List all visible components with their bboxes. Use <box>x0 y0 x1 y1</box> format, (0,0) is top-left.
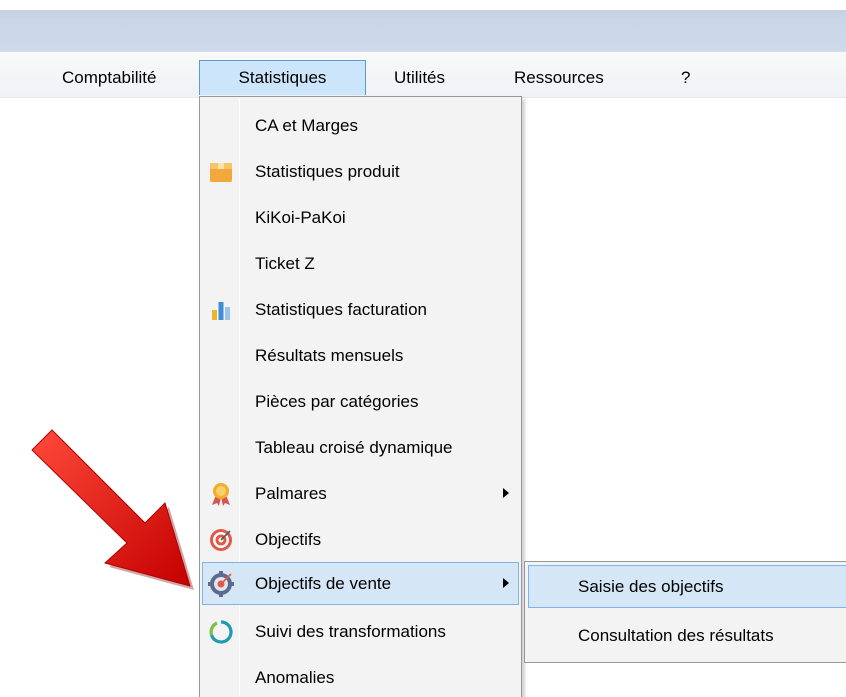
menu-item-label: Pièces par catégories <box>255 392 419 411</box>
award-ribbon-icon <box>212 483 230 506</box>
menu-item-label: Palmares <box>255 484 327 503</box>
menu-item-label: Suivi des transformations <box>255 622 446 641</box>
submenu-item-saisie-des-objectifs[interactable]: Saisie des objectifs <box>528 565 846 608</box>
menu-item-label: Objectifs <box>255 530 322 549</box>
menu-item-resultats-mensuels[interactable]: Résultats mensuels <box>202 334 519 377</box>
menu-utilites[interactable]: Utilités <box>383 60 456 95</box>
target-gear-icon <box>208 571 234 597</box>
title-bar-top-edge <box>0 0 846 10</box>
submenu-arrow-icon <box>503 488 509 498</box>
menu-item-suivi-des-transformations[interactable]: Suivi des transformations <box>202 610 519 653</box>
statistiques-dropdown: CA et Marges Statistiques produit KiKoi-… <box>199 96 522 697</box>
menu-item-statistiques-facturation[interactable]: Statistiques facturation <box>202 288 519 331</box>
menu-item-ticket-z[interactable]: Ticket Z <box>202 242 519 285</box>
menu-ressources[interactable]: Ressources <box>503 60 615 95</box>
objectifs-de-vente-submenu: Saisie des objectifs Consultation des ré… <box>524 561 846 663</box>
target-icon <box>210 529 232 551</box>
menu-item-tableau-croise-dynamique[interactable]: Tableau croisé dynamique <box>202 426 519 469</box>
menu-item-label: Objectifs de vente <box>255 574 392 593</box>
menu-item-label: Ticket Z <box>255 254 315 273</box>
menu-item-label: KiKoi-PaKoi <box>255 208 346 227</box>
box-icon <box>210 163 232 182</box>
menu-item-objectifs-de-vente[interactable]: Objectifs de vente <box>202 562 519 605</box>
menu-item-objectifs[interactable]: Objectifs <box>202 518 519 561</box>
menu-item-label: Anomalies <box>255 668 335 687</box>
submenu-item-consultation-des-resultats[interactable]: Consultation des résultats <box>528 614 846 657</box>
menu-item-label: Résultats mensuels <box>255 346 404 365</box>
menu-item-label: CA et Marges <box>255 116 358 135</box>
menu-item-label: Statistiques facturation <box>255 300 427 319</box>
menu-item-palmares[interactable]: Palmares <box>202 472 519 515</box>
menu-item-anomalies[interactable]: Anomalies <box>202 656 519 697</box>
menu-item-pieces-par-categories[interactable]: Pièces par catégories <box>202 380 519 423</box>
menu-statistiques[interactable]: Statistiques <box>199 60 366 95</box>
menu-item-ca-et-marges[interactable]: CA et Marges <box>202 104 519 147</box>
circular-progress-icon <box>209 620 233 644</box>
menu-item-label: Statistiques produit <box>255 162 400 181</box>
menu-help[interactable]: ? <box>670 60 701 95</box>
menu-item-statistiques-produit[interactable]: Statistiques produit <box>202 150 519 193</box>
submenu-arrow-icon <box>503 578 509 588</box>
menu-item-kikoi-pakoi[interactable]: KiKoi-PaKoi <box>202 196 519 239</box>
red-pointer-arrow-icon <box>31 429 194 590</box>
menu-comptabilite[interactable]: Comptabilité <box>51 60 168 95</box>
title-bar <box>0 0 846 52</box>
menu-bar: Comptabilité Statistiques Utilités Resso… <box>0 52 846 98</box>
menu-item-label: Tableau croisé dynamique <box>255 438 453 457</box>
application-window: Comptabilité Statistiques Utilités Resso… <box>0 0 846 697</box>
bar-chart-icon <box>212 302 230 320</box>
